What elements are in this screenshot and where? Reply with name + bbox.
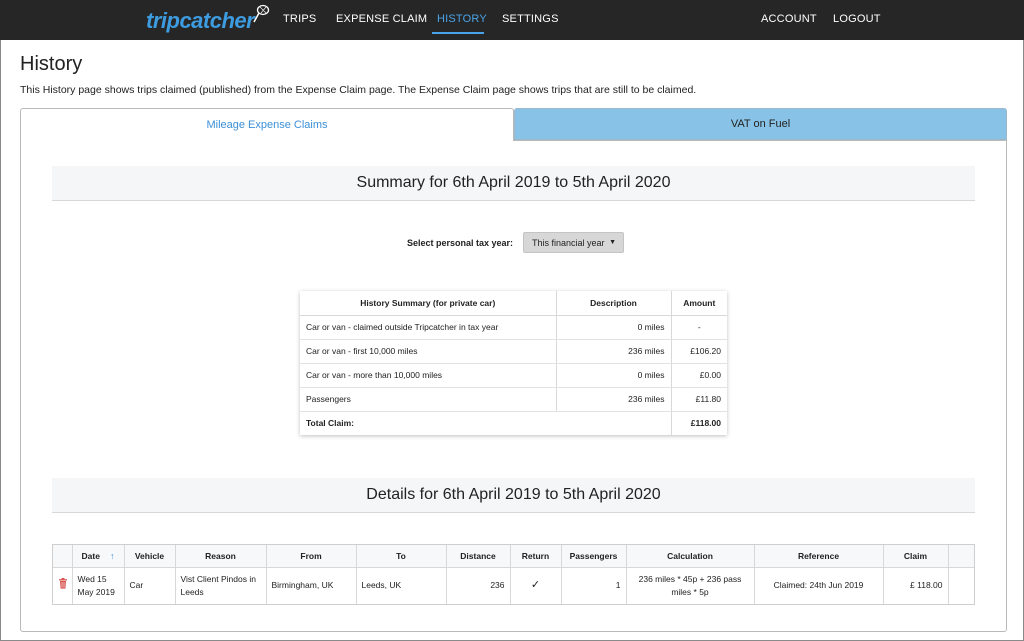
col-date[interactable]: Date ↑ <box>72 545 125 568</box>
summary-table: History Summary (for private car) Descri… <box>300 291 727 435</box>
summary-cell: 0 miles <box>556 315 672 340</box>
col-return[interactable]: Return <box>510 545 562 568</box>
col-extra <box>948 545 974 568</box>
col-from[interactable]: From <box>266 545 357 568</box>
col-action <box>53 545 73 568</box>
total-claim-value: £118.00 <box>690 418 721 429</box>
caret-down-icon: ▼ <box>609 239 616 246</box>
col-reference[interactable]: Reference <box>754 545 884 568</box>
summary-header-row: History Summary (for private car) Descri… <box>300 291 727 316</box>
nav-active-underline <box>432 32 484 34</box>
net-icon <box>253 4 270 23</box>
col-description: Description <box>556 291 672 316</box>
nav-expense-claim[interactable]: EXPENSE CLAIM <box>336 13 427 25</box>
summary-cell: £0.00 <box>671 363 727 388</box>
col-calculation[interactable]: Calculation <box>626 545 755 568</box>
summary-cell: 236 miles <box>556 339 672 364</box>
col-claim[interactable]: Claim <box>883 545 949 568</box>
summary-cell: Passengers <box>300 387 557 412</box>
tripcatcher-logo[interactable]: tripcatcher <box>146 4 270 34</box>
details-header-row: Date ↑ Vehicle Reason From To Distance Re… <box>53 545 974 568</box>
tax-year-select[interactable]: This financial year ▼ <box>523 232 624 253</box>
table-row: Wed 15 May 2019 Car Vist Client Pindos i… <box>53 567 974 604</box>
summary-cell: Car or van - claimed outside Tripcatcher… <box>300 315 557 340</box>
trip-distance: 236 <box>446 567 511 604</box>
summary-heading: Summary for 6th April 2019 to 5th April … <box>52 166 975 201</box>
table-row: Passengers 236 miles £11.80 <box>300 387 727 412</box>
tab-divider <box>514 140 1007 141</box>
summary-cell: £106.20 <box>671 339 727 364</box>
trip-reason: Vist Client Pindos in Leeds <box>175 567 267 604</box>
return-check-icon: ✓ <box>510 567 562 604</box>
trip-claim: £ 118.00 <box>883 567 949 604</box>
trip-from: Birmingham, UK <box>266 567 357 604</box>
tax-year-label: Select personal tax year: <box>407 238 514 248</box>
table-row: Car or van - first 10,000 miles 236 mile… <box>300 339 727 364</box>
trip-passengers: 1 <box>561 567 627 604</box>
col-to[interactable]: To <box>356 545 447 568</box>
summary-cell: - <box>671 315 727 340</box>
logo-text: tripcatcher <box>146 8 255 33</box>
details-table: Date ↑ Vehicle Reason From To Distance Re… <box>52 544 975 605</box>
nav-logout[interactable]: LOGOUT <box>833 13 881 25</box>
tab-mileage-expense-claims[interactable]: Mileage Expense Claims <box>20 108 514 141</box>
tab-vat-on-fuel[interactable]: VAT on Fuel <box>514 108 1007 140</box>
col-vehicle[interactable]: Vehicle <box>124 545 176 568</box>
summary-cell: 236 miles <box>556 387 672 412</box>
nav-history[interactable]: HISTORY <box>437 13 487 25</box>
nav-account[interactable]: ACCOUNT <box>761 13 817 25</box>
table-row: Car or van - more than 10,000 miles 0 mi… <box>300 363 727 388</box>
total-claim-label: Total Claim: <box>300 411 672 435</box>
trip-calculation: 236 miles * 45p + 236 pass miles * 5p <box>626 567 755 604</box>
col-passengers[interactable]: Passengers <box>561 545 627 568</box>
details-heading: Details for 6th April 2019 to 5th April … <box>52 478 975 513</box>
col-amount: Amount <box>671 291 727 316</box>
tax-year-select-value: This financial year <box>532 237 605 248</box>
table-row: Car or van - claimed outside Tripcatcher… <box>300 315 727 340</box>
trip-vehicle: Car <box>124 567 176 604</box>
trip-extra <box>948 567 974 604</box>
summary-cell: Car or van - more than 10,000 miles <box>300 363 557 388</box>
summary-cell: Car or van - first 10,000 miles <box>300 339 557 364</box>
summary-cell: 0 miles <box>556 363 672 388</box>
delete-cell <box>53 567 73 604</box>
page-title: History <box>20 53 83 75</box>
col-distance[interactable]: Distance <box>446 545 511 568</box>
summary-cell: £11.80 <box>671 387 727 412</box>
sort-arrow-up-icon[interactable]: ↑ <box>110 551 115 561</box>
summary-total-row: Total Claim: £118.00 <box>300 411 727 435</box>
col-history-summary: History Summary (for private car) <box>300 291 557 316</box>
col-reason[interactable]: Reason <box>175 545 267 568</box>
trip-reference: Claimed: 24th Jun 2019 <box>754 567 884 604</box>
trash-icon[interactable] <box>58 578 68 589</box>
page-description: This History page shows trips claimed (p… <box>20 84 697 96</box>
top-nav: tripcatcher TRIPS EXPENSE CLAIM HISTORY … <box>0 0 1024 40</box>
nav-trips[interactable]: TRIPS <box>283 13 316 25</box>
trip-to: Leeds, UK <box>356 567 447 604</box>
trip-date: Wed 15 May 2019 <box>72 567 125 604</box>
nav-settings[interactable]: SETTINGS <box>502 13 559 25</box>
